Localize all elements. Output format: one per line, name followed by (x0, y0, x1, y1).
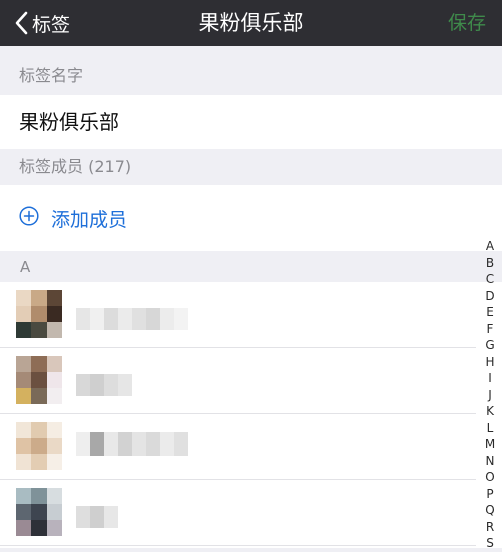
add-member-button[interactable]: 添加成员 (0, 185, 502, 251)
index-letter[interactable]: S (482, 535, 498, 552)
page-title: 果粉俱乐部 (198, 11, 304, 35)
index-letter[interactable]: N (482, 453, 498, 470)
save-button[interactable]: 保存 (448, 0, 486, 46)
blurred-name (76, 432, 188, 456)
tag-members-header: 标签成员 (217) (19, 157, 132, 176)
blurred-name (76, 506, 118, 528)
index-letter[interactable]: R (482, 519, 498, 536)
avatar (16, 422, 62, 470)
index-letter[interactable]: G (482, 337, 498, 354)
blurred-name (76, 374, 132, 396)
avatar (16, 290, 62, 338)
index-letter[interactable]: C (482, 271, 498, 288)
index-letter[interactable]: B (482, 255, 498, 272)
back-label: 标签 (32, 13, 71, 36)
tag-name-field[interactable]: 果粉俱乐部 (0, 95, 502, 149)
index-letter[interactable]: Q (482, 502, 498, 519)
index-letter[interactable]: D (482, 288, 498, 305)
plus-circle-icon (19, 206, 39, 230)
index-letter[interactable]: I (482, 370, 498, 387)
back-button[interactable]: 标签 (14, 0, 70, 46)
section-index-bar[interactable]: A B C D E F G H I J K L M N O P Q R S (482, 238, 498, 552)
chevron-left-icon (14, 11, 28, 35)
index-letter[interactable]: K (482, 403, 498, 420)
navigation-bar: 标签 果粉俱乐部 保存 (0, 0, 502, 46)
list-item[interactable] (0, 480, 476, 546)
index-letter[interactable]: O (482, 469, 498, 486)
avatar (16, 488, 62, 536)
index-letter[interactable]: H (482, 354, 498, 371)
index-letter[interactable]: J (482, 387, 498, 404)
avatar (16, 356, 62, 404)
blurred-name (76, 308, 188, 330)
tag-name-header: 标签名字 (19, 66, 84, 85)
index-letter[interactable]: F (482, 321, 498, 338)
group-letter-header: A (20, 258, 31, 276)
member-list (0, 282, 502, 548)
index-letter[interactable]: L (482, 420, 498, 437)
list-item[interactable] (0, 282, 476, 348)
index-letter[interactable]: P (482, 486, 498, 503)
add-member-label: 添加成员 (51, 208, 128, 231)
list-item[interactable] (0, 414, 476, 480)
index-letter[interactable]: E (482, 304, 498, 321)
index-letter[interactable]: A (482, 238, 498, 255)
index-letter[interactable]: M (482, 436, 498, 453)
list-item[interactable] (0, 348, 476, 414)
